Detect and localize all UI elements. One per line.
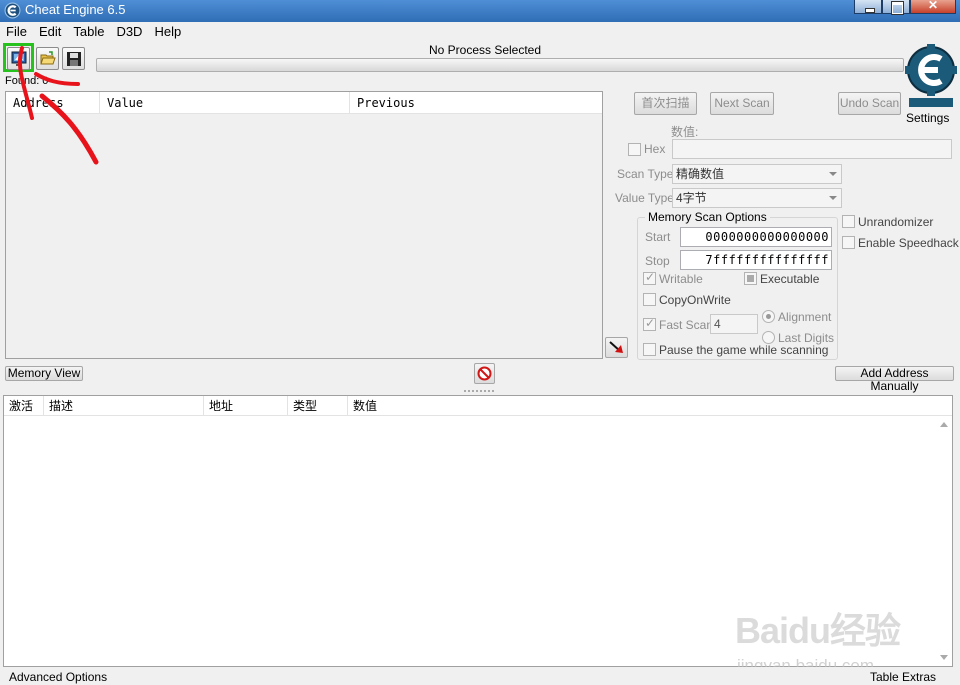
stop-button[interactable] (474, 363, 495, 384)
fast-scan-checkbox[interactable] (643, 316, 656, 331)
speedhack-label: Enable Speedhack (858, 236, 959, 250)
unrandomizer-checkbox[interactable] (842, 215, 855, 228)
undo-scan-button[interactable]: Undo Scan (838, 92, 901, 115)
executable-checkbox[interactable] (744, 272, 757, 285)
column-address[interactable]: Address (6, 92, 100, 114)
column-description[interactable]: 描述 (44, 396, 204, 416)
splitter-grip (464, 390, 494, 392)
value-label: 数值: (671, 125, 699, 139)
select-process-button[interactable] (7, 47, 30, 70)
cheat-engine-logo[interactable] (904, 44, 958, 110)
value-type-label: Value Type (615, 191, 674, 205)
menu-help[interactable]: Help (148, 22, 187, 42)
alignment-radio[interactable] (762, 310, 775, 323)
menu-bar: File Edit Table D3D Help (0, 22, 960, 42)
floppy-disk-icon (67, 52, 81, 66)
scroll-down-icon[interactable] (940, 655, 948, 660)
table-extras-button[interactable]: Table Extras (870, 670, 936, 684)
cheat-engine-icon (4, 2, 21, 19)
address-table-scrollbar[interactable] (936, 416, 952, 666)
scan-type-label: Scan Type (617, 167, 674, 181)
panel-splitter[interactable] (0, 388, 960, 394)
start-label: Start (645, 230, 671, 244)
copy-on-write-checkbox[interactable] (643, 293, 656, 306)
stop-label: Stop (645, 254, 670, 268)
column-type[interactable]: 类型 (288, 396, 348, 416)
start-address-input[interactable]: 0000000000000000 (680, 227, 832, 247)
stop-address-input[interactable]: 7fffffffffffffff (680, 250, 832, 270)
next-scan-button[interactable]: Next Scan (710, 92, 774, 115)
menu-d3d[interactable]: D3D (110, 22, 148, 42)
scan-results-list[interactable]: Address Value Previous (5, 91, 603, 359)
chevron-down-icon (829, 172, 837, 176)
pause-game-checkbox[interactable] (643, 343, 656, 356)
scroll-up-icon[interactable] (940, 422, 948, 427)
fast-scan-label: Fast Scan (659, 318, 714, 332)
column-value[interactable]: Value (100, 92, 350, 114)
unrandomizer-label: Unrandomizer (858, 215, 934, 229)
process-label: No Process Selected (428, 43, 542, 57)
status-bar: Advanced Options Table Extras (0, 667, 960, 685)
executable-label: Executable (760, 272, 820, 286)
no-entry-icon (477, 366, 492, 381)
hex-checkbox[interactable] (628, 143, 641, 156)
value-type-value: 4字节 (676, 191, 707, 205)
watermark-main: Baidu经验 (735, 610, 901, 651)
found-count: Found: 0 (5, 75, 49, 87)
menu-file[interactable]: File (0, 22, 33, 42)
main-window: File Edit Table D3D Help No Process Sele… (0, 22, 960, 685)
memory-view-button[interactable]: Memory View (5, 366, 83, 381)
address-table-header: 激活 描述 地址 类型 数值 (4, 396, 952, 416)
title-bar: Cheat Engine 6.5 (0, 0, 960, 22)
minimize-button[interactable] (854, 0, 882, 14)
menu-edit[interactable]: Edit (33, 22, 67, 42)
scan-type-value: 精确数值 (676, 167, 725, 181)
scan-progress-bar (96, 58, 904, 72)
hex-label: Hex (644, 142, 666, 156)
settings-label[interactable]: Settings (906, 111, 949, 125)
add-to-list-button[interactable] (605, 337, 628, 358)
chevron-down-icon (829, 196, 837, 200)
memory-scan-options-title: Memory Scan Options (645, 210, 770, 224)
first-scan-button[interactable]: 首次扫描 (634, 92, 697, 115)
folder-open-icon (40, 51, 56, 65)
save-button[interactable] (62, 47, 85, 70)
alignment-label: Alignment (778, 310, 832, 324)
computer-icon (11, 51, 27, 66)
column-active[interactable]: 激活 (4, 396, 44, 416)
menu-table[interactable]: Table (67, 22, 110, 42)
speedhack-checkbox[interactable] (842, 236, 855, 249)
advanced-options-button[interactable]: Advanced Options (9, 670, 107, 684)
close-button[interactable] (910, 0, 956, 14)
arrow-down-right-icon (609, 341, 623, 353)
window-controls (854, 0, 956, 15)
open-file-button[interactable] (36, 47, 59, 70)
results-header: Address Value Previous (6, 92, 602, 114)
scan-type-select[interactable]: 精确数值 (672, 164, 842, 184)
column-address[interactable]: 地址 (204, 396, 288, 416)
pause-game-label: Pause the game while scanning (659, 343, 829, 357)
copy-on-write-label: CopyOnWrite (659, 293, 731, 307)
column-value[interactable]: 数值 (348, 396, 648, 416)
fast-scan-alignment-input[interactable]: 4 (710, 314, 758, 334)
column-previous[interactable]: Previous (350, 92, 602, 114)
writable-label: Writable (659, 272, 703, 286)
maximize-button[interactable] (882, 0, 910, 15)
window-title: Cheat Engine 6.5 (25, 2, 126, 17)
add-address-manually-button[interactable]: Add Address Manually (835, 366, 954, 393)
scan-value-input[interactable] (672, 139, 952, 159)
writable-checkbox[interactable] (643, 270, 656, 285)
value-type-select[interactable]: 4字节 (672, 188, 842, 208)
